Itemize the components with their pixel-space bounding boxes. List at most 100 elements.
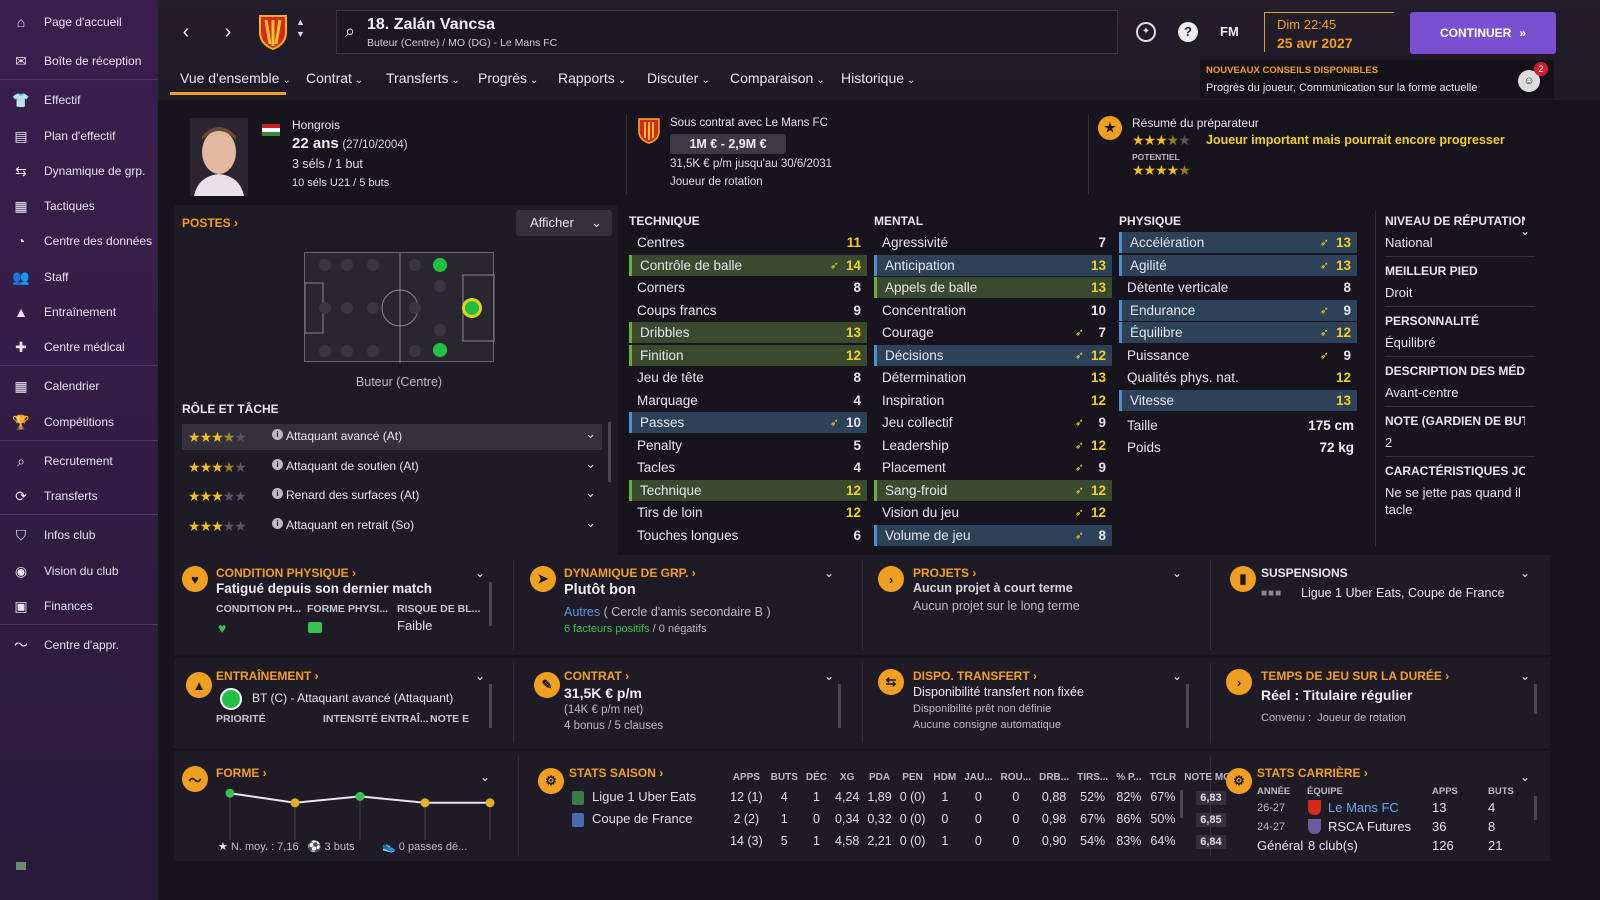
form-point[interactable]	[420, 798, 430, 808]
sidebar-item-training[interactable]: ▲ Entraînement	[0, 296, 158, 328]
attribute-row[interactable]: Inspiration 12	[874, 390, 1112, 411]
career-team-link[interactable]: Le Mans FC	[1328, 800, 1399, 815]
stat-header[interactable]: HDM	[929, 768, 960, 786]
display-dropdown[interactable]: Afficher ⌄	[516, 210, 612, 236]
form-point[interactable]	[485, 798, 495, 808]
stat-header[interactable]: ROU...	[997, 768, 1036, 786]
scrollbar[interactable]	[489, 684, 492, 728]
stat-header[interactable]: TCLR	[1146, 768, 1181, 786]
playtime-title[interactable]: TEMPS DE JEU SUR LA DURÉE ›	[1261, 669, 1449, 683]
form-point[interactable]	[290, 798, 300, 808]
stat-header[interactable]: BUTS	[767, 768, 802, 786]
chevron-down-icon[interactable]: ⌄	[1520, 224, 1530, 238]
forward-arrow-icon[interactable]: ›	[216, 20, 240, 44]
info-icon[interactable]: i	[272, 488, 283, 499]
competition-cell[interactable]	[568, 830, 726, 852]
chevron-down-icon[interactable]: ⌄	[585, 485, 596, 501]
player-search-box[interactable]: ⌕ 18. Zalán Vancsa Buteur (Centre) / MO …	[336, 10, 1118, 54]
attribute-row[interactable]: Tacles 4	[629, 457, 867, 478]
info-icon[interactable]: i	[272, 458, 283, 470]
attribute-row[interactable]: Volume de jeu ➶ 8	[874, 524, 1112, 546]
competition-cell[interactable]: Coupe de France	[568, 808, 726, 830]
sidebar-item-finances[interactable]: ▣ Finances	[0, 590, 158, 622]
training-title[interactable]: ENTRAÎNEMENT ›	[216, 669, 319, 683]
scrollbar[interactable]	[838, 684, 841, 728]
negative-factors[interactable]: 0 négatifs	[659, 623, 707, 635]
attribute-row[interactable]: Concentration 10	[874, 300, 1112, 321]
attribute-row[interactable]: Passes ➶ 10	[629, 412, 867, 433]
transfer-value[interactable]: 1M € - 2,9M €	[670, 134, 786, 154]
stat-header[interactable]: TIRS...	[1073, 768, 1112, 786]
attribute-row[interactable]: Endurance ➶ 9	[1119, 299, 1357, 321]
role-row[interactable]: ★★★★★ i Attaquant en retrait (So) ⌄	[182, 513, 602, 539]
stat-header[interactable]: JAU...	[960, 768, 996, 786]
player-cycle-arrows-icon[interactable]: ▲ ▼	[296, 16, 305, 40]
attribute-row[interactable]: Corners 8	[629, 277, 867, 298]
chevron-down-icon[interactable]: ⌄	[1172, 566, 1182, 580]
sidebar-item-clipboard[interactable]: ▤ Plan d'effectif	[0, 120, 158, 152]
scrollbar[interactable]	[1534, 684, 1537, 714]
dynamics-title[interactable]: DYNAMIQUE DE GRP. ›	[564, 566, 696, 580]
stat-header[interactable]: PEN	[896, 768, 930, 786]
attribute-row[interactable]: Courage ➶ 7	[874, 322, 1112, 343]
competition-cell[interactable]: Ligue 1 Uber Eats	[568, 786, 726, 808]
sidebar-item-inbox[interactable]: ✉ Boîte de réception	[0, 45, 158, 77]
scrollbar[interactable]	[1186, 684, 1189, 728]
attribute-row[interactable]: Sang-froid ➶ 12	[874, 479, 1112, 501]
attribute-row[interactable]: Agilité ➶ 13	[1119, 254, 1357, 276]
condition-title[interactable]: CONDITION PHYSIQUE ›	[216, 566, 356, 580]
scrollbar[interactable]	[1534, 796, 1537, 820]
attribute-row[interactable]: Placement ➶ 9	[874, 457, 1112, 478]
attribute-row[interactable]: Contrôle de balle ➶ 14	[629, 254, 867, 276]
stat-header[interactable]: XG	[831, 768, 863, 786]
tab-3[interactable]: Progrès ⌄	[478, 70, 538, 96]
attribute-row[interactable]: Accélération ➶ 13	[1119, 232, 1357, 253]
attribute-row[interactable]: Détermination 13	[874, 367, 1112, 388]
attribute-row[interactable]: Puissance ➶ 9	[1119, 345, 1357, 366]
form-point[interactable]	[355, 791, 365, 801]
tab-1[interactable]: Contrat ⌄	[306, 70, 363, 96]
career-header[interactable]: APPS	[1432, 786, 1458, 797]
back-arrow-icon[interactable]: ‹	[174, 20, 198, 44]
sidebar-item-club-shield[interactable]: ⛉ Infos club	[0, 519, 158, 551]
chevron-down-icon[interactable]: ⌄	[824, 669, 834, 683]
fm-menu-button[interactable]: FM	[1220, 24, 1239, 39]
career-header[interactable]: ÉQUIPE	[1307, 786, 1343, 797]
career-team-link[interactable]: RSCA Futures	[1328, 819, 1411, 834]
tab-2[interactable]: Transferts ⌄	[386, 70, 460, 96]
transfer-title[interactable]: DISPO. TRANSFERT ›	[913, 669, 1037, 683]
continue-button[interactable]: CONTINUER »	[1410, 12, 1556, 54]
attribute-row[interactable]: Touches longues 6	[629, 525, 867, 546]
sidebar-item-shirt[interactable]: 👕 Effectif	[0, 84, 158, 116]
stat-header[interactable]: APPS	[726, 768, 767, 786]
sidebar-item-trophy[interactable]: 🏆 Compétitions	[0, 406, 158, 438]
positions-title[interactable]: POSTES ›	[182, 216, 238, 230]
role-row[interactable]: ★★★★★ i Renard des surfaces (At) ⌄	[182, 483, 602, 509]
attribute-row[interactable]: Jeu collectif ➶ 9	[874, 412, 1112, 433]
world-icon[interactable]: ✦	[1136, 22, 1156, 42]
sidebar-item-vision[interactable]: ◉ Vision du club	[0, 555, 158, 587]
chevron-down-icon[interactable]: ⌄	[1172, 669, 1182, 683]
sidebar-item-data-hub[interactable]: ◔ Centre des données	[0, 225, 158, 257]
season-stats-row[interactable]: 14 (3) 5 1 4,58 2,21 0 (0) 1 0 0 0,90 54% 83% 64% 6,8…	[568, 830, 1242, 852]
scrollbar[interactable]	[1180, 790, 1183, 818]
chevron-down-icon[interactable]: ⌄	[1520, 566, 1530, 580]
attribute-row[interactable]: Technique 12	[629, 479, 867, 501]
sidebar-item-tactics[interactable]: ▦ Tactiques	[0, 190, 158, 222]
attribute-row[interactable]: Dribbles 13	[629, 322, 867, 343]
sidebar-item-learning[interactable]: 〜 Centre d'appr.	[0, 629, 158, 661]
attribute-row[interactable]: Anticipation 13	[874, 254, 1112, 276]
contract-title[interactable]: CONTRAT ›	[564, 669, 629, 683]
chevron-down-icon[interactable]: ⌄	[585, 456, 596, 472]
chevron-down-icon[interactable]: ⌄	[1520, 669, 1530, 683]
role-row[interactable]: ★★★★★ i Attaquant avancé (At) ⌄	[182, 424, 602, 450]
roles-scrollbar[interactable]	[608, 422, 611, 482]
tab-5[interactable]: Discuter ⌄	[647, 70, 710, 96]
season-stats-row[interactable]: Coupe de France 2 (2) 1 0 0,34 0,32 0 (0) 0 0 0 0,…	[568, 808, 1242, 830]
chevron-down-icon[interactable]: ⌄	[1520, 770, 1530, 784]
chevron-down-icon[interactable]: ⌄	[585, 426, 596, 442]
role-row[interactable]: ★★★★★ i Attaquant de soutien (At) ⌄	[182, 454, 602, 480]
advice-banner[interactable]: NOUVEAUX CONSEILS DISPONIBLES Progrès du…	[1200, 60, 1554, 98]
chevron-down-icon[interactable]: ⌄	[475, 669, 485, 683]
attribute-row[interactable]: Jeu de tête 8	[629, 367, 867, 388]
